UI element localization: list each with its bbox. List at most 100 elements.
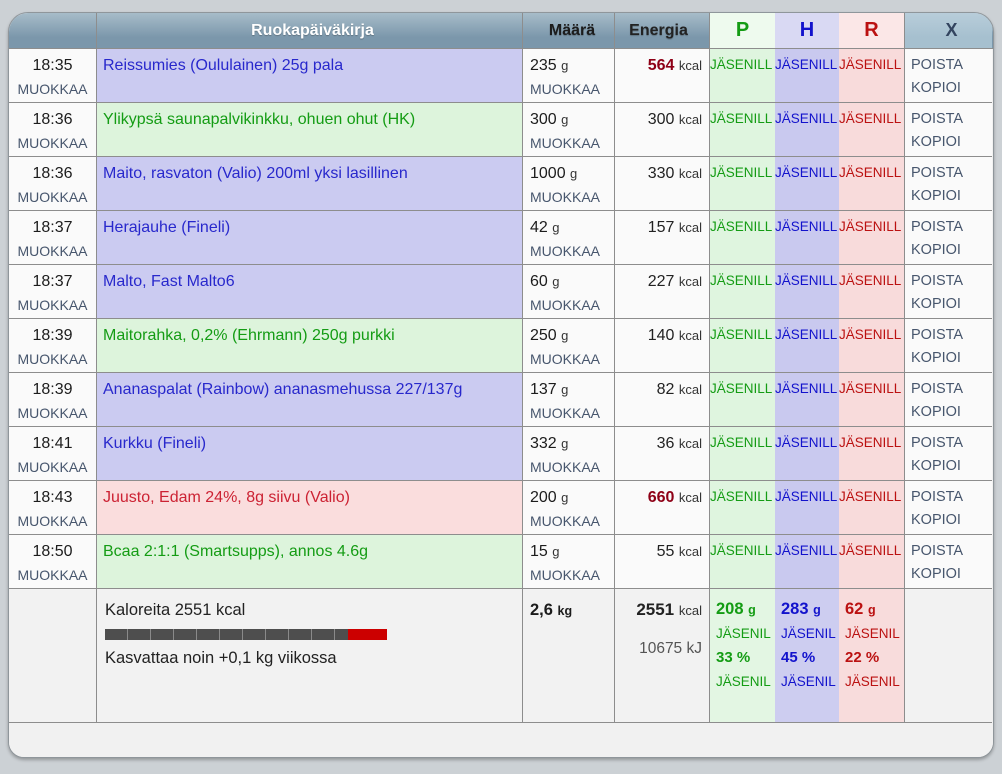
fat-members-link[interactable]: JÄSENILL: [839, 216, 904, 238]
food-name-link[interactable]: Maito, rasvaton (Valio) 200ml yksi lasil…: [103, 165, 408, 182]
edit-amount-link[interactable]: MUOKKAA: [530, 348, 600, 370]
amount-cell: 200 g MUOKKAA: [522, 481, 614, 535]
carbs-members-link[interactable]: JÄSENILL: [775, 54, 839, 76]
carbs-members-link[interactable]: JÄSENILL: [775, 486, 839, 508]
copy-link[interactable]: KOPIOI: [911, 293, 992, 316]
protein-members-link[interactable]: JÄSENILL: [710, 432, 775, 454]
edit-time-link[interactable]: MUOKKAA: [17, 132, 87, 154]
carbs-members-link[interactable]: JÄSENILL: [775, 270, 839, 292]
edit-time-link[interactable]: MUOKKAA: [17, 402, 87, 424]
copy-link[interactable]: KOPIOI: [911, 185, 992, 208]
fat-members-link[interactable]: JÄSENILL: [839, 378, 904, 400]
edit-time-link[interactable]: MUOKKAA: [17, 294, 87, 316]
carbs-members-link[interactable]: JÄSENILL: [775, 108, 839, 130]
delete-link[interactable]: POISTA: [911, 540, 992, 563]
food-name-link[interactable]: Kurkku (Fineli): [103, 435, 206, 452]
edit-amount-link[interactable]: MUOKKAA: [530, 294, 600, 316]
delete-link[interactable]: POISTA: [911, 108, 992, 131]
protein-cell: JÄSENILL: [709, 265, 775, 319]
edit-amount-link[interactable]: MUOKKAA: [530, 186, 600, 208]
summary-energy-cell: 2551 kcal 10675 kJ: [614, 589, 709, 723]
food-name-link[interactable]: Herajauhe (Fineli): [103, 219, 230, 236]
header-fat-link[interactable]: R: [839, 13, 904, 48]
fat-members-link[interactable]: JÄSENIL: [845, 623, 904, 645]
edit-amount-link[interactable]: MUOKKAA: [530, 78, 600, 100]
protein-members-link[interactable]: JÄSENIL: [716, 623, 775, 645]
food-name-link[interactable]: Reissumies (Oululainen) 25g pala: [103, 57, 343, 74]
kcal-unit: kcal: [679, 112, 702, 127]
protein-members-link-2[interactable]: JÄSENIL: [716, 671, 775, 693]
copy-link[interactable]: KOPIOI: [911, 401, 992, 424]
copy-link[interactable]: KOPIOI: [911, 131, 992, 154]
food-name-link[interactable]: Maitorahka, 0,2% (Ehrmann) 250g purkki: [103, 327, 395, 344]
protein-members-link[interactable]: JÄSENILL: [710, 54, 775, 76]
carbs-members-link[interactable]: JÄSENILL: [775, 432, 839, 454]
food-name-link[interactable]: Ylikypsä saunapalvikinkku, ohuen ohut (H…: [103, 111, 415, 128]
protein-members-link[interactable]: JÄSENILL: [710, 108, 775, 130]
delete-link[interactable]: POISTA: [911, 270, 992, 293]
delete-link[interactable]: POISTA: [911, 486, 992, 509]
protein-members-link[interactable]: JÄSENILL: [710, 378, 775, 400]
food-name-link[interactable]: Juusto, Edam 24%, 8g siivu (Valio): [103, 489, 350, 506]
carbs-members-link[interactable]: JÄSENILL: [775, 216, 839, 238]
protein-members-link[interactable]: JÄSENILL: [710, 540, 775, 562]
fat-members-link-2[interactable]: JÄSENIL: [845, 671, 904, 693]
delete-link[interactable]: POISTA: [911, 432, 992, 455]
edit-time-link[interactable]: MUOKKAA: [17, 456, 87, 478]
protein-members-link[interactable]: JÄSENILL: [710, 486, 775, 508]
food-name-link[interactable]: Bcaa 2:1:1 (Smartsupps), annos 4.6g: [103, 543, 368, 560]
kcal-unit: kcal: [679, 220, 702, 235]
fat-members-link[interactable]: JÄSENILL: [839, 54, 904, 76]
delete-link[interactable]: POISTA: [911, 54, 992, 77]
copy-link[interactable]: KOPIOI: [911, 509, 992, 532]
carbs-members-link[interactable]: JÄSENILL: [775, 324, 839, 346]
delete-link[interactable]: POISTA: [911, 162, 992, 185]
carbs-members-link-2[interactable]: JÄSENIL: [781, 671, 839, 693]
fat-members-link[interactable]: JÄSENILL: [839, 486, 904, 508]
carbs-members-link[interactable]: JÄSENIL: [781, 623, 839, 645]
header-carbs-link[interactable]: H: [775, 13, 839, 48]
protein-members-link[interactable]: JÄSENILL: [710, 216, 775, 238]
delete-link[interactable]: POISTA: [911, 216, 992, 239]
fat-members-link[interactable]: JÄSENILL: [839, 432, 904, 454]
header-protein-link[interactable]: P: [709, 13, 775, 48]
copy-link[interactable]: KOPIOI: [911, 77, 992, 100]
edit-time-link[interactable]: MUOKKAA: [17, 348, 87, 370]
food-diary-panel: Ruokapäiväkirja Määrä Energia P H R X 18…: [8, 12, 994, 758]
fat-members-link[interactable]: JÄSENILL: [839, 108, 904, 130]
copy-link[interactable]: KOPIOI: [911, 455, 992, 478]
delete-link[interactable]: POISTA: [911, 324, 992, 347]
edit-time-link[interactable]: MUOKKAA: [17, 186, 87, 208]
fat-members-link[interactable]: JÄSENILL: [839, 162, 904, 184]
copy-link[interactable]: KOPIOI: [911, 239, 992, 262]
copy-link[interactable]: KOPIOI: [911, 563, 992, 586]
edit-amount-link[interactable]: MUOKKAA: [530, 510, 600, 532]
protein-members-link[interactable]: JÄSENILL: [710, 270, 775, 292]
edit-time-link[interactable]: MUOKKAA: [17, 78, 87, 100]
carbs-members-link[interactable]: JÄSENILL: [775, 162, 839, 184]
protein-members-link[interactable]: JÄSENILL: [710, 162, 775, 184]
close-button[interactable]: X: [904, 13, 992, 48]
kcal-unit: kcal: [679, 166, 702, 181]
protein-members-link[interactable]: JÄSENILL: [710, 324, 775, 346]
copy-link[interactable]: KOPIOI: [911, 347, 992, 370]
delete-link[interactable]: POISTA: [911, 378, 992, 401]
edit-amount-link[interactable]: MUOKKAA: [530, 402, 600, 424]
fat-members-link[interactable]: JÄSENILL: [839, 540, 904, 562]
total-kcal: 2551: [636, 600, 674, 619]
edit-time-link[interactable]: MUOKKAA: [17, 564, 87, 586]
edit-amount-link[interactable]: MUOKKAA: [530, 456, 600, 478]
fat-members-link[interactable]: JÄSENILL: [839, 270, 904, 292]
food-name-link[interactable]: Ananaspalat (Rainbow) ananasmehussa 227/…: [103, 381, 462, 398]
food-name-link[interactable]: Malto, Fast Malto6: [103, 273, 235, 290]
edit-time-link[interactable]: MUOKKAA: [17, 510, 87, 532]
edit-amount-link[interactable]: MUOKKAA: [530, 132, 600, 154]
fat-cell: JÄSENILL: [839, 427, 904, 481]
edit-amount-link[interactable]: MUOKKAA: [530, 564, 600, 586]
fat-members-link[interactable]: JÄSENILL: [839, 324, 904, 346]
edit-time-link[interactable]: MUOKKAA: [17, 240, 87, 262]
edit-amount-link[interactable]: MUOKKAA: [530, 240, 600, 262]
food-cell: Bcaa 2:1:1 (Smartsupps), annos 4.6g: [96, 535, 522, 589]
carbs-members-link[interactable]: JÄSENILL: [775, 378, 839, 400]
carbs-members-link[interactable]: JÄSENILL: [775, 540, 839, 562]
